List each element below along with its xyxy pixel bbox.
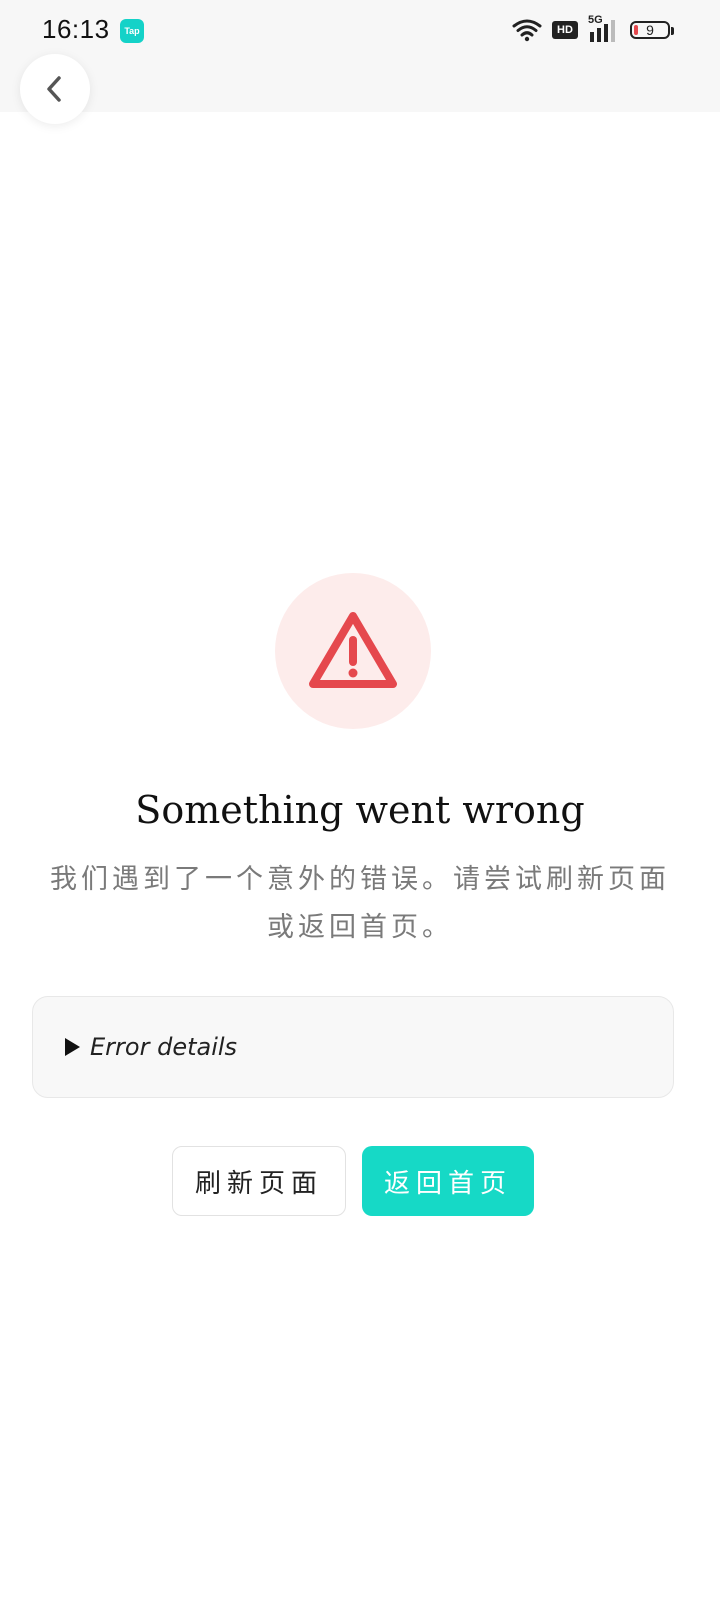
go-home-button[interactable]: 返回首页: [362, 1146, 534, 1216]
error-details-label: Error details: [90, 1033, 238, 1061]
signal-5g-icon: 5G: [588, 14, 620, 42]
status-icons: HD 5G 9: [512, 14, 674, 42]
error-message: 我们遇到了一个意外的错误。请尝试刷新页面或返回首页。: [50, 864, 670, 943]
signal-bars-icon: [590, 20, 615, 42]
battery-icon: 9: [630, 21, 674, 39]
warning-triangle-icon: [309, 612, 397, 688]
wifi-icon: [512, 19, 542, 42]
expand-triangle-icon: [65, 1038, 80, 1056]
tap-app-icon: Tap: [120, 19, 144, 43]
error-page: 16:13 Tap HD 5G 9 Something went wrong 我…: [0, 0, 720, 1600]
error-title: Something went wrong: [135, 788, 585, 832]
error-icon-circle: [275, 573, 431, 729]
top-bar: 16:13 Tap HD 5G 9: [0, 0, 720, 124]
battery-fill: [634, 25, 638, 35]
status-time: 16:13: [42, 14, 110, 44]
error-details-toggle[interactable]: Error details: [32, 996, 674, 1098]
refresh-page-button[interactable]: 刷新页面: [172, 1146, 346, 1216]
back-button[interactable]: [20, 54, 90, 124]
hd-icon: HD: [552, 21, 578, 39]
battery-level: 9: [646, 22, 654, 38]
chevron-left-icon: [47, 76, 61, 102]
